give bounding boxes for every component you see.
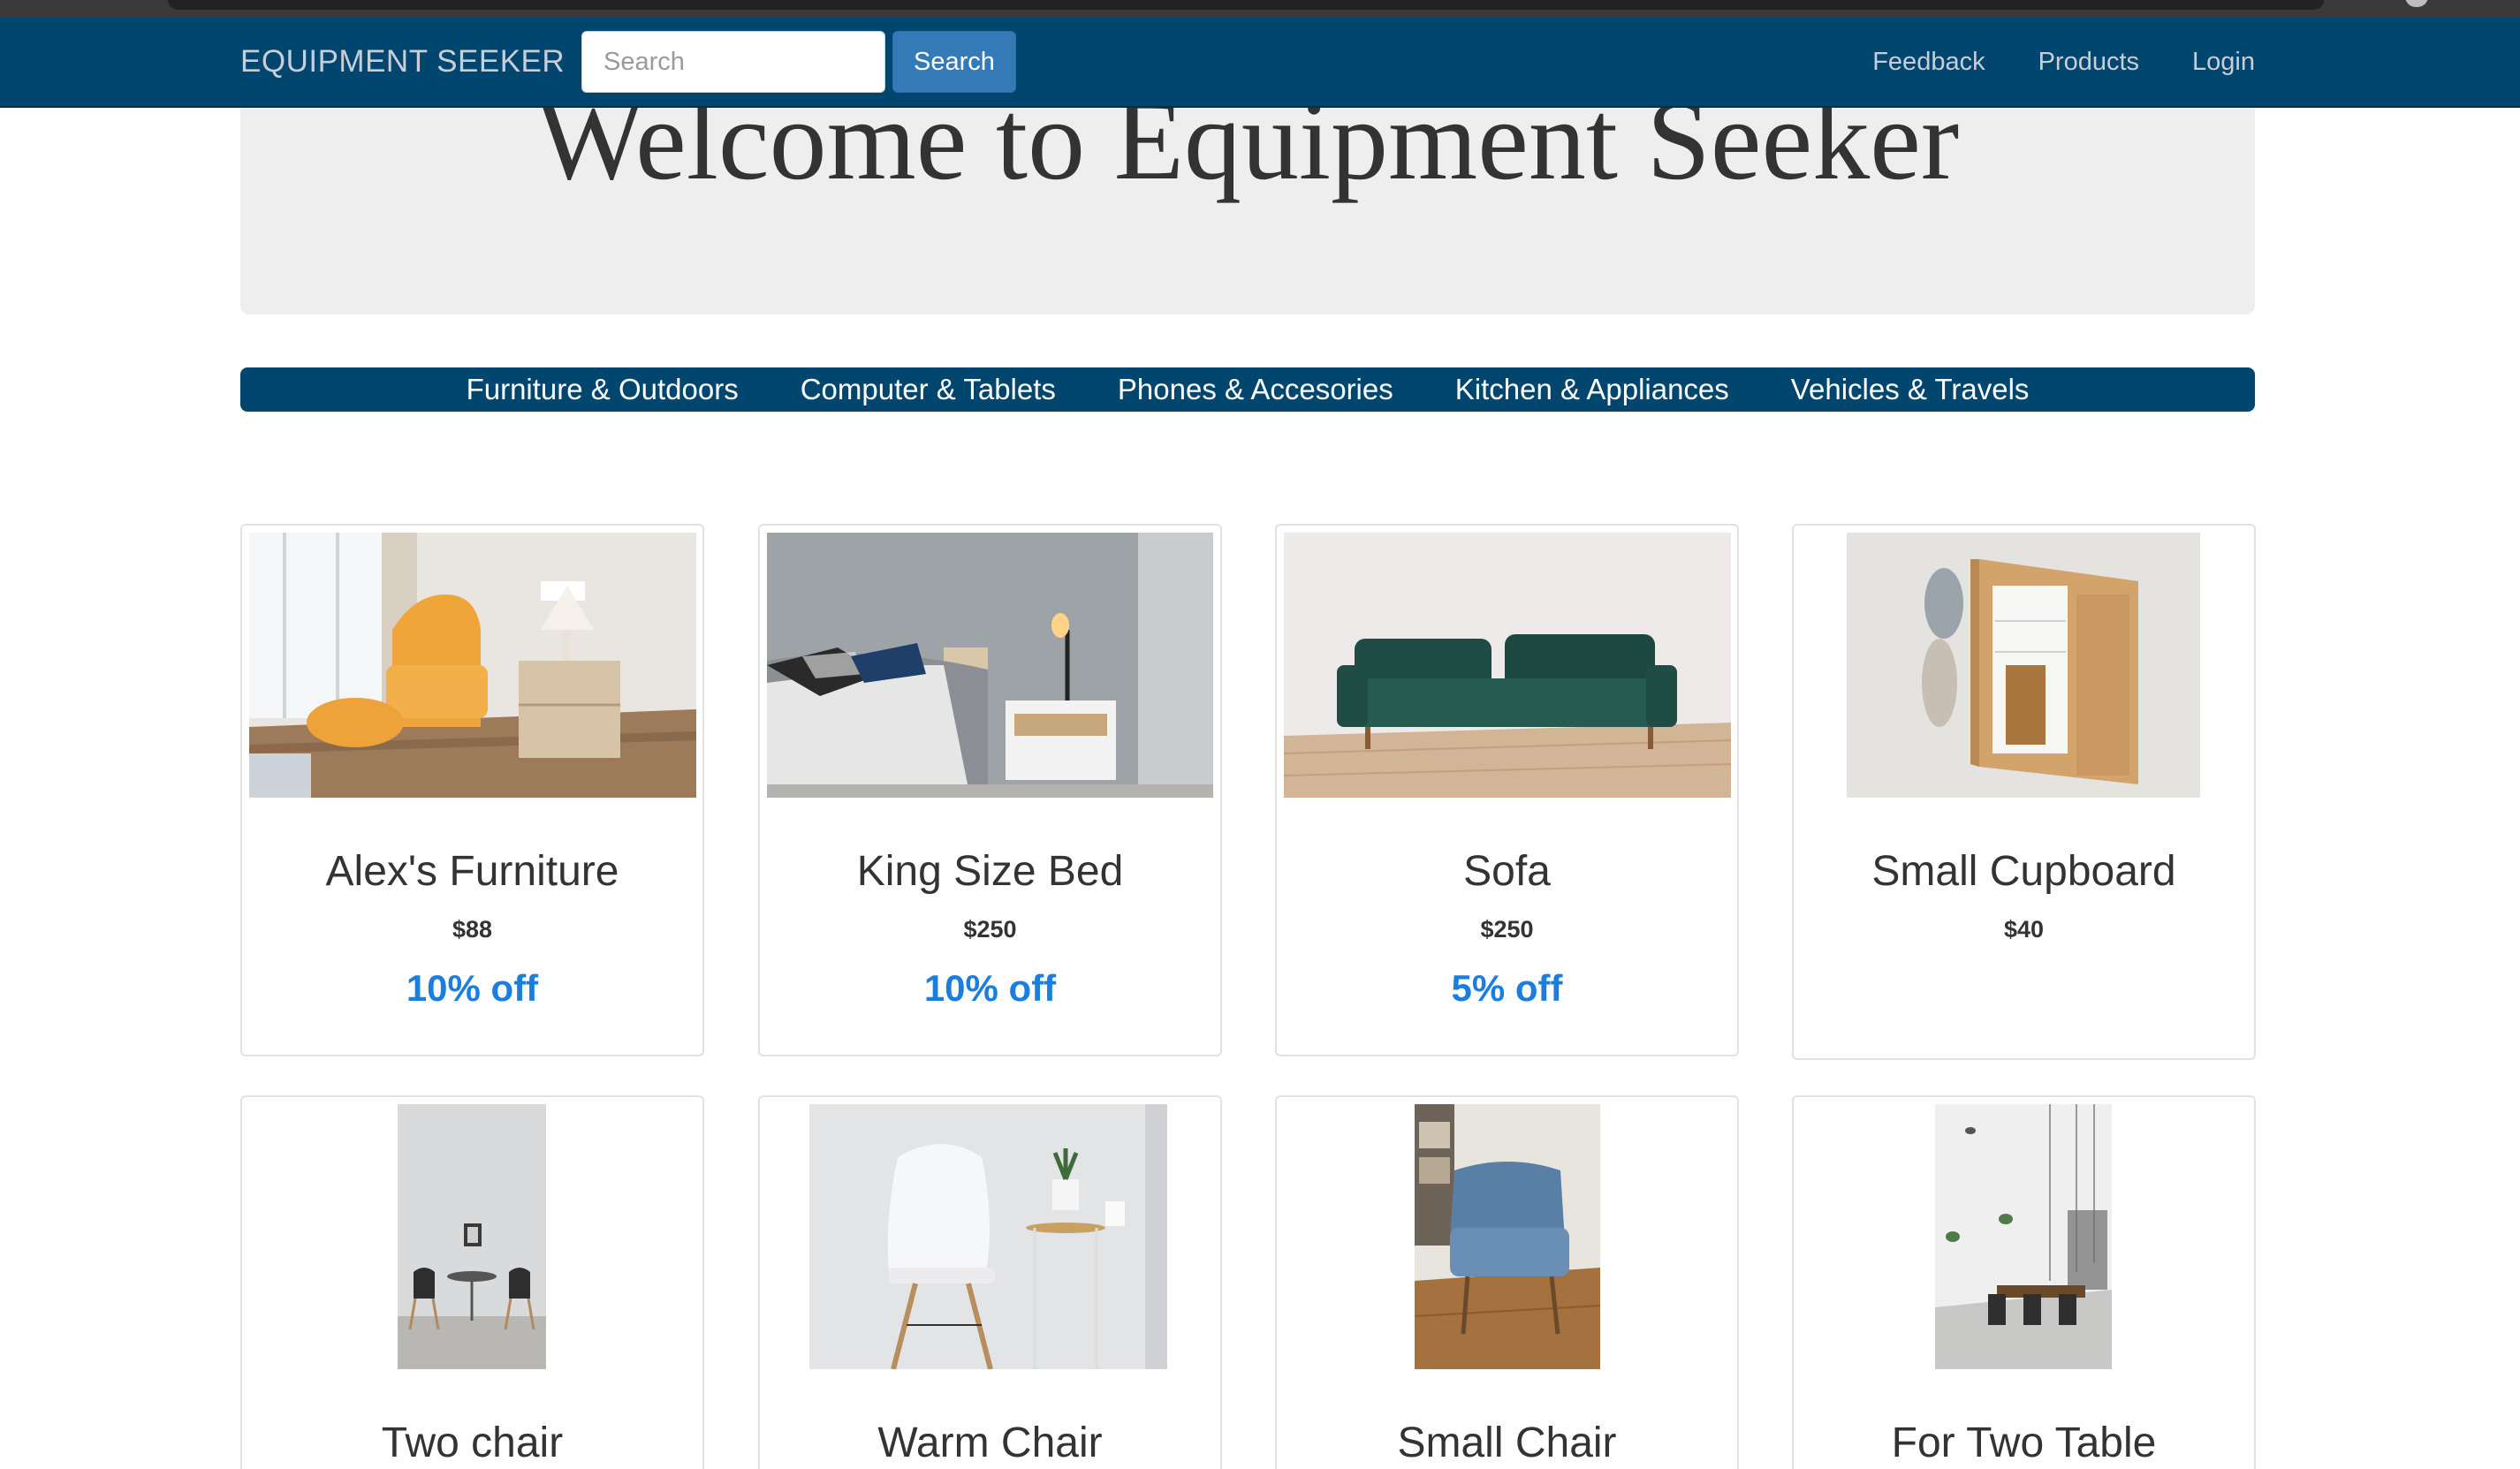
product-card[interactable]: Small Cupboard $40: [1792, 524, 2256, 1060]
browser-bar: [168, 0, 2324, 10]
category-bar: Furniture & Outdoors Computer & Tablets …: [240, 367, 2255, 412]
product-name[interactable]: Small Chair: [1277, 1419, 1737, 1467]
product-card[interactable]: Small Chair: [1275, 1095, 1739, 1469]
bed-photo[interactable]: [767, 533, 1213, 798]
category-vehicles[interactable]: Vehicles & Travels: [1791, 373, 2030, 406]
nav-link-login[interactable]: Login: [2192, 48, 2255, 77]
category-computers[interactable]: Computer & Tablets: [801, 373, 1056, 406]
sofa-photo[interactable]: [1284, 533, 1731, 798]
category-furniture[interactable]: Furniture & Outdoors: [467, 373, 739, 406]
category-kitchen[interactable]: Kitchen & Appliances: [1455, 373, 1729, 406]
nav-links: Feedback Products Login: [1872, 18, 2255, 106]
category-phones[interactable]: Phones & Accesories: [1118, 373, 1393, 406]
product-name[interactable]: Sofa: [1277, 847, 1737, 896]
product-name[interactable]: Small Cupboard: [1794, 847, 2254, 896]
product-price: $250: [1480, 916, 1534, 943]
two-chair-photo[interactable]: [398, 1104, 546, 1369]
product-price: $40: [2003, 916, 2045, 943]
product-card[interactable]: King Size Bed $250 10% off: [758, 524, 1222, 1056]
dining-table-photo[interactable]: [1935, 1104, 2112, 1369]
blue-chair-photo[interactable]: [1415, 1104, 1600, 1369]
search-input[interactable]: [581, 31, 885, 93]
nav-link-products[interactable]: Products: [2038, 48, 2139, 77]
product-card[interactable]: Two chair: [240, 1095, 704, 1469]
product-discount: 5% off: [1451, 967, 1563, 1009]
product-discount: 10% off: [923, 967, 1057, 1009]
armchair-room-photo[interactable]: [249, 533, 696, 798]
product-price: $88: [452, 916, 493, 943]
product-discount: 10% off: [406, 967, 539, 1009]
white-chair-photo[interactable]: [809, 1104, 1167, 1369]
product-card[interactable]: Warm Chair: [758, 1095, 1222, 1469]
cupboard-photo[interactable]: [1847, 533, 2200, 798]
product-name[interactable]: Warm Chair: [760, 1419, 1220, 1467]
browser-top-strip: [0, 0, 2520, 18]
product-card[interactable]: For Two Table: [1792, 1095, 2256, 1469]
product-name[interactable]: Two chair: [242, 1419, 702, 1467]
brand-logo[interactable]: EQUIPMENT SEEKER: [240, 18, 565, 106]
product-name[interactable]: Alex's Furniture: [242, 847, 702, 896]
product-card[interactable]: Alex's Furniture $88 10% off: [240, 524, 704, 1056]
product-card[interactable]: Sofa $250 5% off: [1275, 524, 1739, 1056]
navbar: EQUIPMENT SEEKER Search Feedback Product…: [0, 18, 2520, 108]
product-name[interactable]: King Size Bed: [760, 847, 1220, 896]
product-name[interactable]: For Two Table: [1794, 1419, 2254, 1467]
search-button[interactable]: Search: [892, 31, 1016, 93]
jumbotron: Welcome to Equipment Seeker: [240, 108, 2255, 314]
product-price: $250: [963, 916, 1017, 943]
page-title: Welcome to Equipment Seeker: [535, 108, 1960, 204]
browser-control-icon: [2405, 0, 2428, 7]
nav-link-feedback[interactable]: Feedback: [1872, 48, 1985, 77]
